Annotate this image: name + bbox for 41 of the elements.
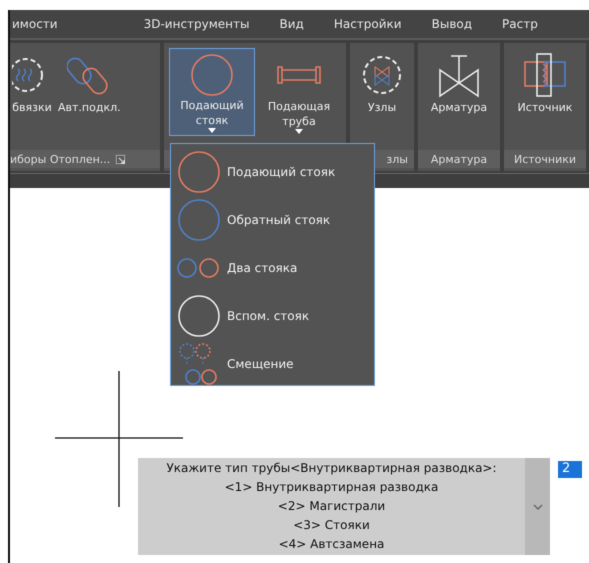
menu-tab[interactable]: Растр [500, 17, 566, 31]
heat-exchanger-icon [523, 52, 567, 98]
menu-item[interactable]: Вспом. стояк [177, 292, 374, 340]
prompt-option[interactable]: <3> Стояки [293, 516, 370, 535]
circle-icon [177, 150, 221, 194]
gear-icon [360, 53, 404, 97]
menu-tab[interactable]: Вывод [430, 17, 500, 31]
menu-tab[interactable]: 3D-инструменты [86, 17, 278, 31]
prompt-option[interactable]: <1> Внутриквартирная разводка [224, 478, 438, 497]
launcher-icon[interactable] [116, 154, 126, 164]
menu-item[interactable]: Подающий стояк [177, 148, 374, 196]
panel-title: иборы Отоплен... [10, 152, 110, 166]
prompt-option[interactable]: <4> Автсзамена [278, 535, 384, 554]
ribbon-tool-button[interactable]: Подающая труба [257, 48, 341, 136]
ribbon-tool-button[interactable]: Подающий стояк [169, 48, 255, 136]
menu-tab[interactable]: Вид [278, 17, 332, 31]
chevron-down-icon[interactable] [532, 504, 542, 510]
caret-icon [295, 129, 303, 134]
circle-icon [190, 52, 234, 97]
ribbon-tool-button[interactable]: Источник [516, 48, 574, 136]
ribbon-tool-button[interactable]: Арматура [428, 48, 490, 136]
panel-title: Арматура [430, 152, 488, 166]
menu-tab[interactable]: Настройки [332, 17, 430, 31]
ribbon-tool-button[interactable]: Узлы [358, 48, 406, 136]
panel-title: злы [386, 152, 408, 166]
input-field[interactable]: 2 [558, 461, 582, 478]
menu-item[interactable]: Обратный стояк [177, 196, 374, 244]
menu-item[interactable]: Смещение [177, 340, 374, 388]
pipe-icon [276, 64, 322, 85]
ribbon-tool-button[interactable]: Авт.подкл. [56, 48, 123, 136]
menu-item[interactable]: Два стояка [177, 244, 374, 292]
ribbon-tool-button[interactable]: бвязки [10, 48, 54, 136]
prompt-option[interactable]: <2> Магистрали [278, 497, 386, 516]
panel-title: Источники [514, 152, 576, 166]
circle-icon [177, 294, 221, 338]
prompt-option[interactable]: Укажите тип трубы<Внутриквартирная разводка>: [166, 459, 497, 478]
valve-icon [436, 52, 482, 98]
menu-tab[interactable]: имости [10, 17, 86, 31]
circle-icon [177, 198, 221, 242]
two-circles-icon [177, 258, 221, 278]
caret-icon [208, 128, 216, 133]
